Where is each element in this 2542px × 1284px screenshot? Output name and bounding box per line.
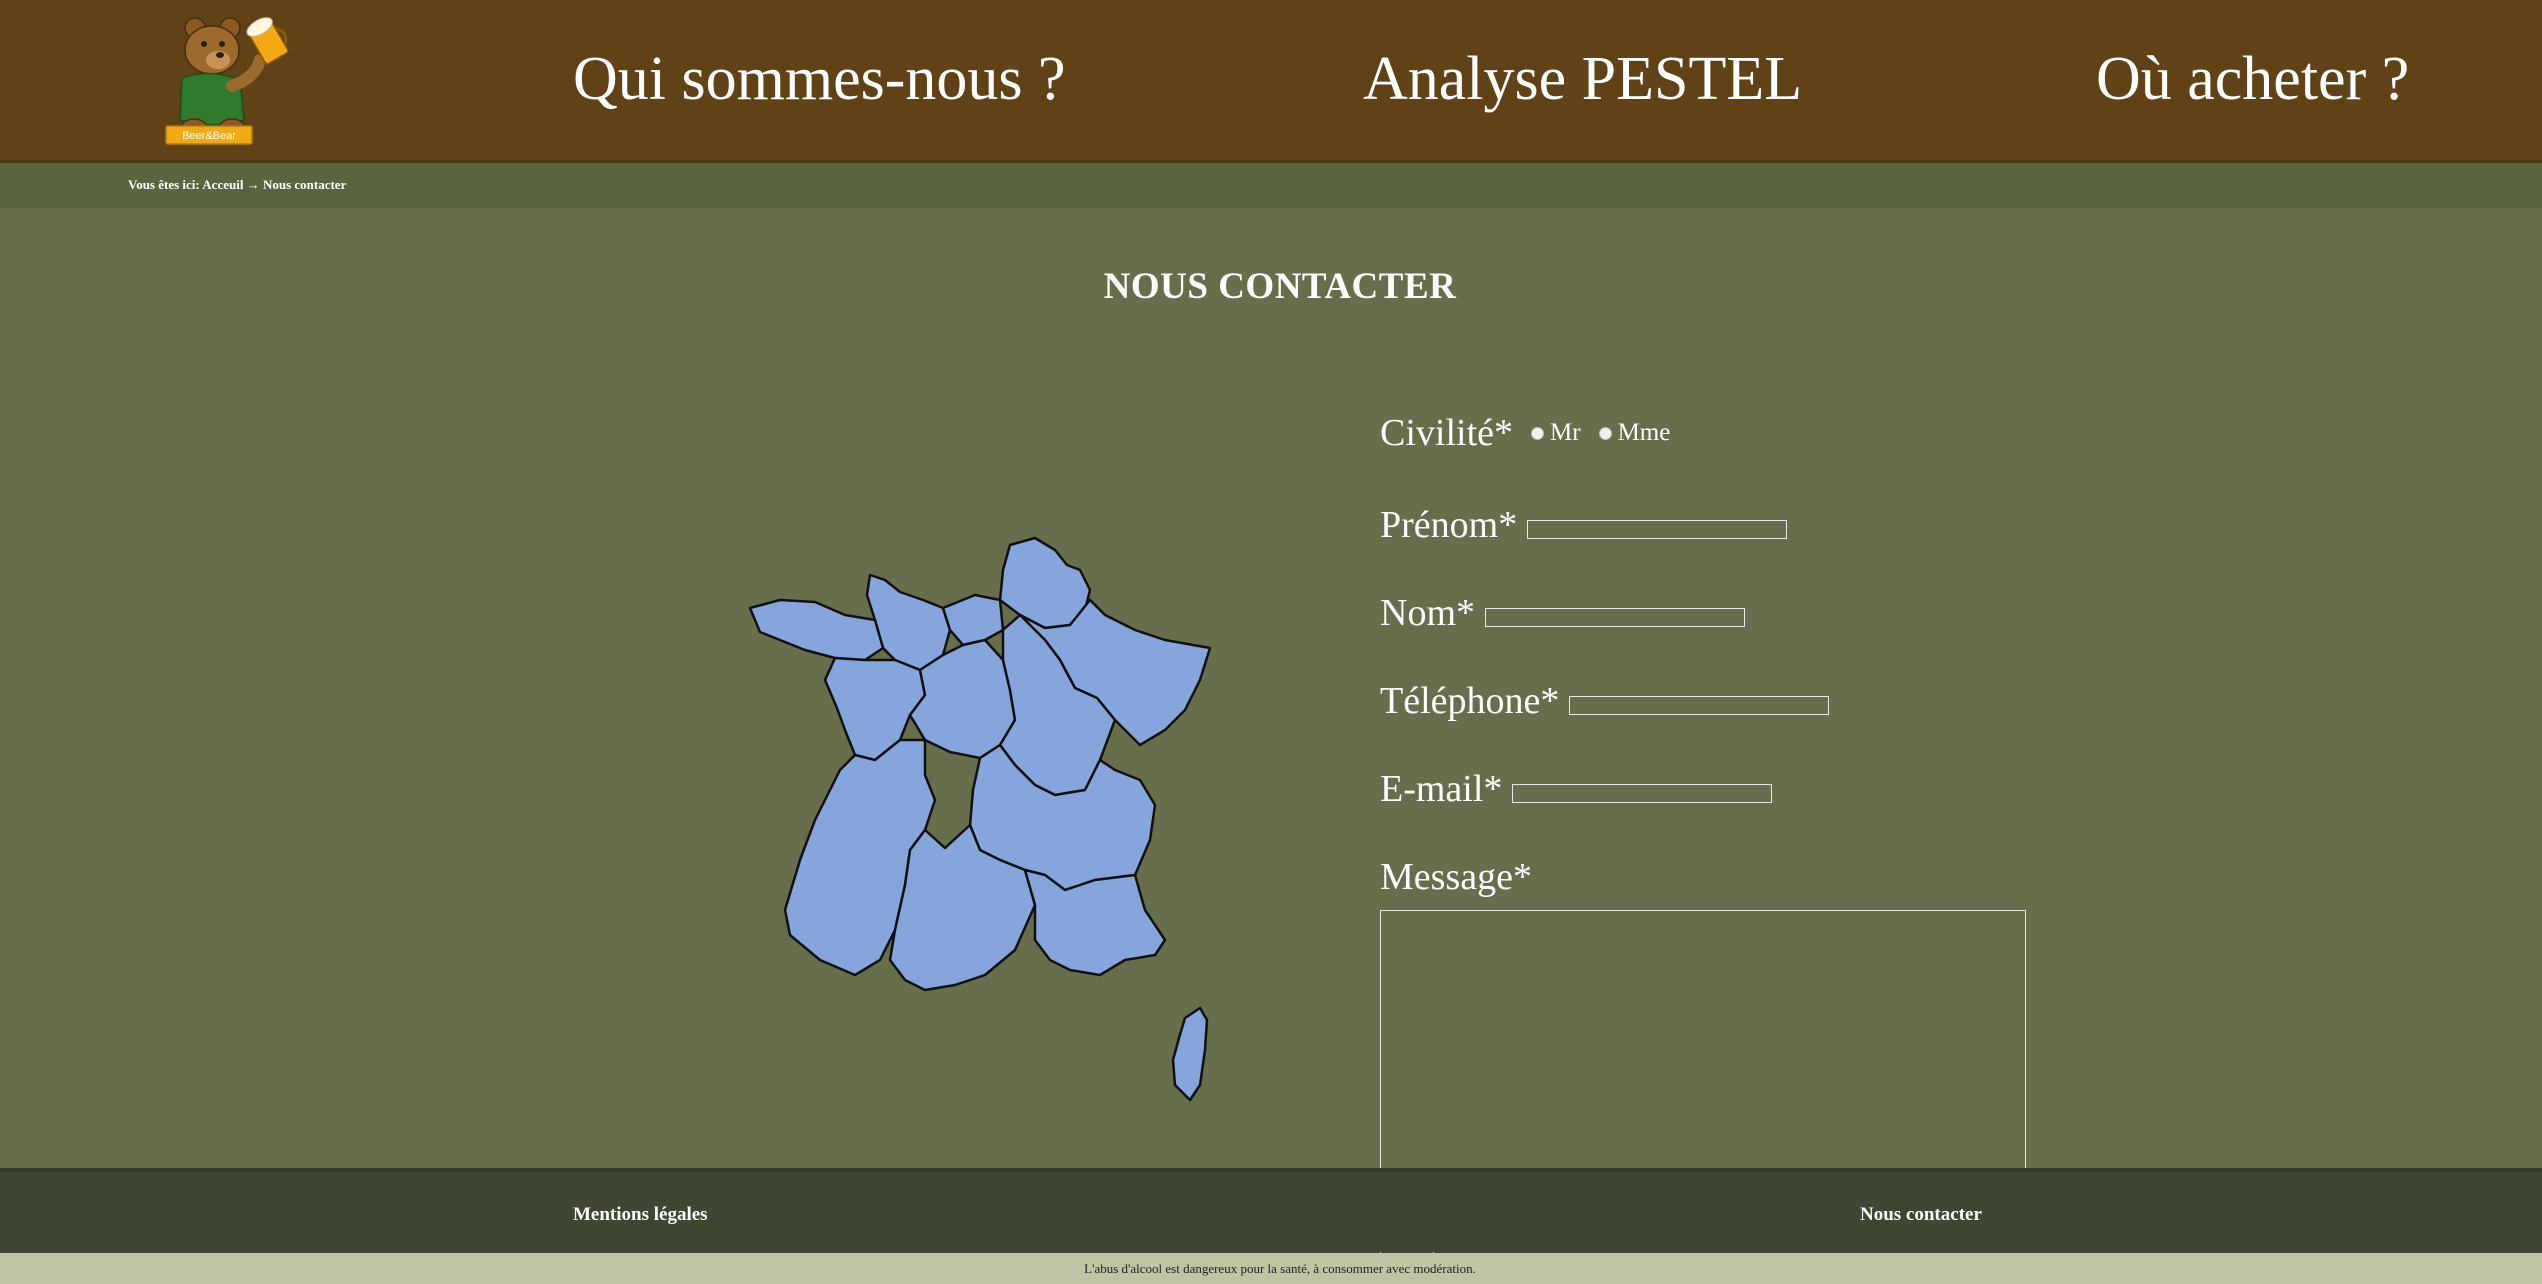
prenom-label: Prénom* (1380, 504, 1518, 546)
telephone-row: Téléphone* (1380, 678, 1830, 724)
site-header: Beer&Bear Qui sommes-nous ? Analyse PEST… (0, 0, 2542, 163)
breadcrumb-home-link[interactable]: Acceuil (202, 177, 243, 192)
site-footer: Mentions légales Nous contacter (0, 1168, 2542, 1257)
email-row: E-mail* (1380, 766, 1773, 812)
nav-qui-sommes-nous[interactable]: Qui sommes-nous ? (573, 40, 1066, 118)
telephone-label: Téléphone* (1380, 680, 1560, 722)
nav-ou-acheter[interactable]: Où acheter ? (2096, 40, 2409, 118)
beer-bear-logo[interactable]: Beer&Bear (160, 8, 290, 153)
region-normandie[interactable] (865, 573, 952, 672)
region-ile-de-france[interactable] (941, 593, 1005, 647)
civilite-label: Civilité* (1380, 412, 1513, 454)
message-label: Message* (1380, 856, 1532, 898)
disclaimer-bar: L'abus d'alcool est dangereux pour la sa… (0, 1253, 2542, 1284)
breadcrumb-bar: Vous êtes ici: Acceuil → Nous contacter (0, 163, 2542, 208)
region-bretagne[interactable] (748, 598, 885, 662)
telephone-input[interactable] (1569, 695, 1830, 715)
footer-mentions-legales-link[interactable]: Mentions légales (573, 1204, 708, 1226)
region-provence-alpes-cote-dazur[interactable] (1023, 868, 1167, 977)
breadcrumb: Vous êtes ici: Acceuil → Nous contacter (128, 177, 346, 193)
radio-mme-label: Mme (1617, 419, 1671, 446)
prenom-input[interactable] (1527, 519, 1788, 539)
breadcrumb-current: Nous contacter (262, 177, 347, 192)
france-regions-map[interactable] (745, 530, 1225, 1110)
breadcrumb-prefix: Vous êtes ici: (128, 177, 200, 192)
nom-row: Nom* (1380, 590, 1745, 636)
message-textarea[interactable] (1380, 910, 2026, 1212)
page-title: NOUS CONTACTER (1103, 266, 1457, 307)
email-input[interactable] (1512, 783, 1773, 803)
civilite-row: Civilité* Mr Mme (1380, 410, 1670, 456)
prenom-row: Prénom* (1380, 502, 1788, 548)
message-row: Message* (1380, 854, 1532, 900)
region-corse[interactable] (1171, 1006, 1209, 1102)
alcohol-disclaimer: L'abus d'alcool est dangereux pour la sa… (1084, 1261, 1476, 1276)
breadcrumb-separator: → (246, 177, 260, 192)
nom-label: Nom* (1380, 592, 1475, 634)
email-label: E-mail* (1380, 768, 1503, 810)
nom-input[interactable] (1485, 607, 1745, 627)
logo-text: Beer&Bear (182, 130, 236, 142)
footer-nous-contacter-link[interactable]: Nous contacter (1860, 1204, 1982, 1226)
region-hauts-de-france[interactable] (998, 536, 1092, 630)
nav-analyse-pestel[interactable]: Analyse PESTEL (1363, 40, 1802, 118)
radio-mr-label: Mr (1550, 419, 1581, 446)
radio-mr[interactable] (1531, 426, 1544, 440)
radio-mme[interactable] (1598, 426, 1612, 440)
